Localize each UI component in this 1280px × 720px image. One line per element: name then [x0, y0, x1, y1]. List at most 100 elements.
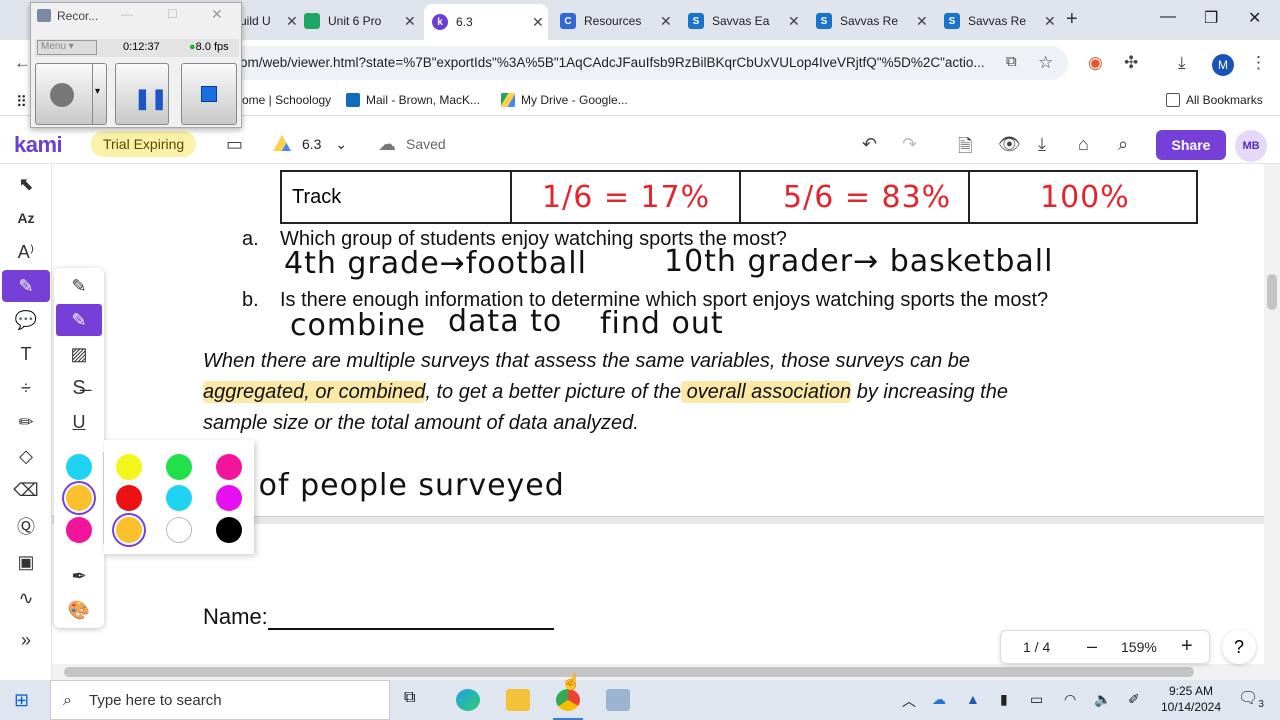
close-icon[interactable]: ✕	[1044, 13, 1056, 30]
browser-tab[interactable]: Unit 6 Pro ✕	[296, 6, 416, 36]
highlighter-text-icon[interactable]: ✎	[56, 304, 102, 336]
palette-icon[interactable]: 🎨	[56, 594, 102, 626]
chrome-icon[interactable]	[556, 689, 580, 711]
scroll-thumb[interactable]	[64, 667, 1194, 677]
volume-icon[interactable]: 🔈	[1094, 691, 1111, 708]
dropdown-icon[interactable]: ▾	[95, 86, 100, 97]
underline-icon[interactable]: U	[56, 406, 102, 438]
back-icon[interactable]: ←	[14, 53, 31, 73]
zoom-in-button[interactable]: +	[1181, 635, 1193, 658]
text-tool-icon[interactable]: T	[2, 338, 50, 370]
edge-icon[interactable]	[456, 689, 480, 711]
windows-start-icon[interactable]: ⊞	[14, 690, 29, 711]
horizontal-scrollbar[interactable]	[52, 664, 1264, 680]
vertical-scrollbar[interactable]	[1264, 164, 1280, 680]
toolbox-icon[interactable]: ⌂	[1078, 134, 1089, 155]
taskbar-search-input[interactable]: ⌕ Type here to search	[50, 680, 390, 720]
close-icon[interactable]: ✕	[532, 14, 544, 31]
browser-tab-active[interactable]: k 6.3 ✕	[424, 4, 548, 40]
equation-icon[interactable]: ÷	[2, 372, 50, 404]
user-avatar[interactable]: MB	[1235, 130, 1267, 162]
color-swatch[interactable]	[216, 454, 242, 480]
help-button[interactable]: ?	[1222, 630, 1256, 664]
new-tab-button[interactable]: +	[1066, 8, 1078, 31]
screen-recorder-window[interactable]: Recor... — ☐ ✕ Menu ▾ 0:12:37 ●8.0 fps ▾…	[30, 2, 242, 128]
minimize-icon[interactable]: —	[121, 7, 133, 21]
pen-icon[interactable]: ✏	[2, 406, 50, 438]
highlighter-tool-icon[interactable]: ✎	[2, 270, 50, 302]
redo-icon[interactable]: ↷	[902, 134, 917, 155]
taskbar-clock[interactable]: 9:25 AM 10/14/2024	[1156, 683, 1226, 715]
bookmark-item[interactable]: Mail - Brown, MacK...	[346, 93, 480, 107]
highlighter-freehand-icon[interactable]: ✎	[56, 270, 102, 302]
color-swatch[interactable]	[66, 485, 92, 511]
wifi-icon[interactable]: ◠	[1064, 691, 1076, 708]
close-icon[interactable]: ✕	[660, 13, 672, 30]
battery-icon[interactable]: ▭	[1030, 691, 1043, 708]
color-swatch[interactable]	[116, 454, 142, 480]
browser-tab[interactable]: S Savvas Re ✕	[808, 6, 928, 36]
color-swatch[interactable]	[116, 517, 142, 543]
color-swatch[interactable]	[66, 454, 92, 480]
comment-icon[interactable]: 💬	[2, 304, 50, 336]
trial-expiring-badge[interactable]: Trial Expiring	[91, 131, 197, 157]
close-icon[interactable]: ✕	[211, 6, 223, 23]
all-bookmarks[interactable]: All Bookmarks	[1166, 93, 1263, 107]
eyedropper-icon[interactable]: ✒	[56, 560, 102, 592]
color-swatch[interactable]	[66, 517, 92, 543]
select-tool-icon[interactable]: ⬉	[2, 168, 50, 200]
bookmark-star-icon[interactable]: ☆	[1038, 53, 1053, 73]
file-explorer-icon[interactable]	[506, 689, 530, 711]
bookmark-item[interactable]: ome | Schoology	[242, 93, 331, 107]
bookmark-item[interactable]: My Drive - Google...	[501, 93, 628, 107]
browser-tab[interactable]: S Savvas Ea ✕	[680, 6, 800, 36]
extension-red-icon[interactable]: ◉	[1088, 53, 1103, 73]
search-icon[interactable]: ⌕	[1118, 134, 1128, 155]
extensions-icon[interactable]: ✣	[1124, 53, 1138, 73]
expand-rail-icon[interactable]: »	[2, 624, 50, 656]
signature-icon[interactable]: ∿	[2, 582, 50, 614]
onedrive-icon[interactable]: ☁	[932, 691, 946, 708]
document-outline-icon[interactable]: 🗎	[958, 134, 972, 164]
close-icon[interactable]: ✕	[404, 13, 416, 30]
maximize-icon[interactable]: ☐	[167, 7, 178, 21]
read-aloud-icon[interactable]: A⁾	[2, 236, 50, 268]
record-button[interactable]: ▾	[35, 63, 107, 125]
archive-icon[interactable]: ▭	[226, 134, 243, 155]
page-indicator[interactable]: 1 / 4	[1023, 639, 1050, 655]
usb-icon[interactable]: ▮	[1000, 691, 1008, 708]
doc-name-dropdown[interactable]: 6.3 ⌄	[302, 136, 347, 153]
profile-avatar[interactable]: M	[1212, 54, 1234, 76]
color-swatch[interactable]	[216, 517, 242, 543]
color-swatch[interactable]	[216, 485, 242, 511]
color-swatch[interactable]	[166, 454, 192, 480]
image-icon[interactable]: ▣	[2, 546, 50, 578]
browser-tab[interactable]: C Resources ✕	[552, 6, 672, 36]
url-bar[interactable]: om/web/viewer.html?state=%7B"exportIds"%…	[200, 46, 1068, 80]
color-swatch[interactable]	[166, 517, 192, 543]
shapes-icon[interactable]: ◇	[2, 440, 50, 472]
zoom-level[interactable]: 159%	[1121, 639, 1157, 655]
text-box-icon[interactable]: Az	[2, 202, 50, 234]
recorder-taskbar-icon[interactable]	[606, 689, 630, 711]
install-icon[interactable]: ⧉	[1006, 53, 1017, 70]
restore-icon[interactable]: ❐	[1204, 8, 1218, 28]
highlighter-area-icon[interactable]: ▨	[56, 338, 102, 370]
chevron-up-icon[interactable]: ︿	[902, 691, 916, 711]
app-tray-icon[interactable]: ▲	[966, 691, 980, 707]
document-viewer[interactable]: Track 1/6 = 17% 5/6 = 83% 100% a. Which …	[52, 164, 1264, 664]
color-swatch[interactable]	[166, 485, 192, 511]
color-swatch[interactable]	[116, 485, 142, 511]
eye-icon[interactable]: 👁	[998, 134, 1021, 155]
download-icon[interactable]: ⤓	[1178, 53, 1186, 73]
close-icon[interactable]: ✕	[916, 13, 928, 30]
browser-tab[interactable]: S Savvas Re ✕	[936, 6, 1056, 36]
close-icon[interactable]: ✕	[788, 13, 800, 30]
stop-button[interactable]	[181, 63, 237, 125]
eraser-icon[interactable]: ⌫	[2, 474, 50, 506]
pen-workspace-icon[interactable]: ✐	[1128, 691, 1140, 708]
download-icon[interactable]: ⤓	[1038, 134, 1046, 155]
notifications-icon[interactable]: 🗨3	[1238, 688, 1264, 710]
ai-tool-icon[interactable]: Ⓠ	[2, 510, 50, 542]
minimize-icon[interactable]: —	[1160, 8, 1176, 26]
